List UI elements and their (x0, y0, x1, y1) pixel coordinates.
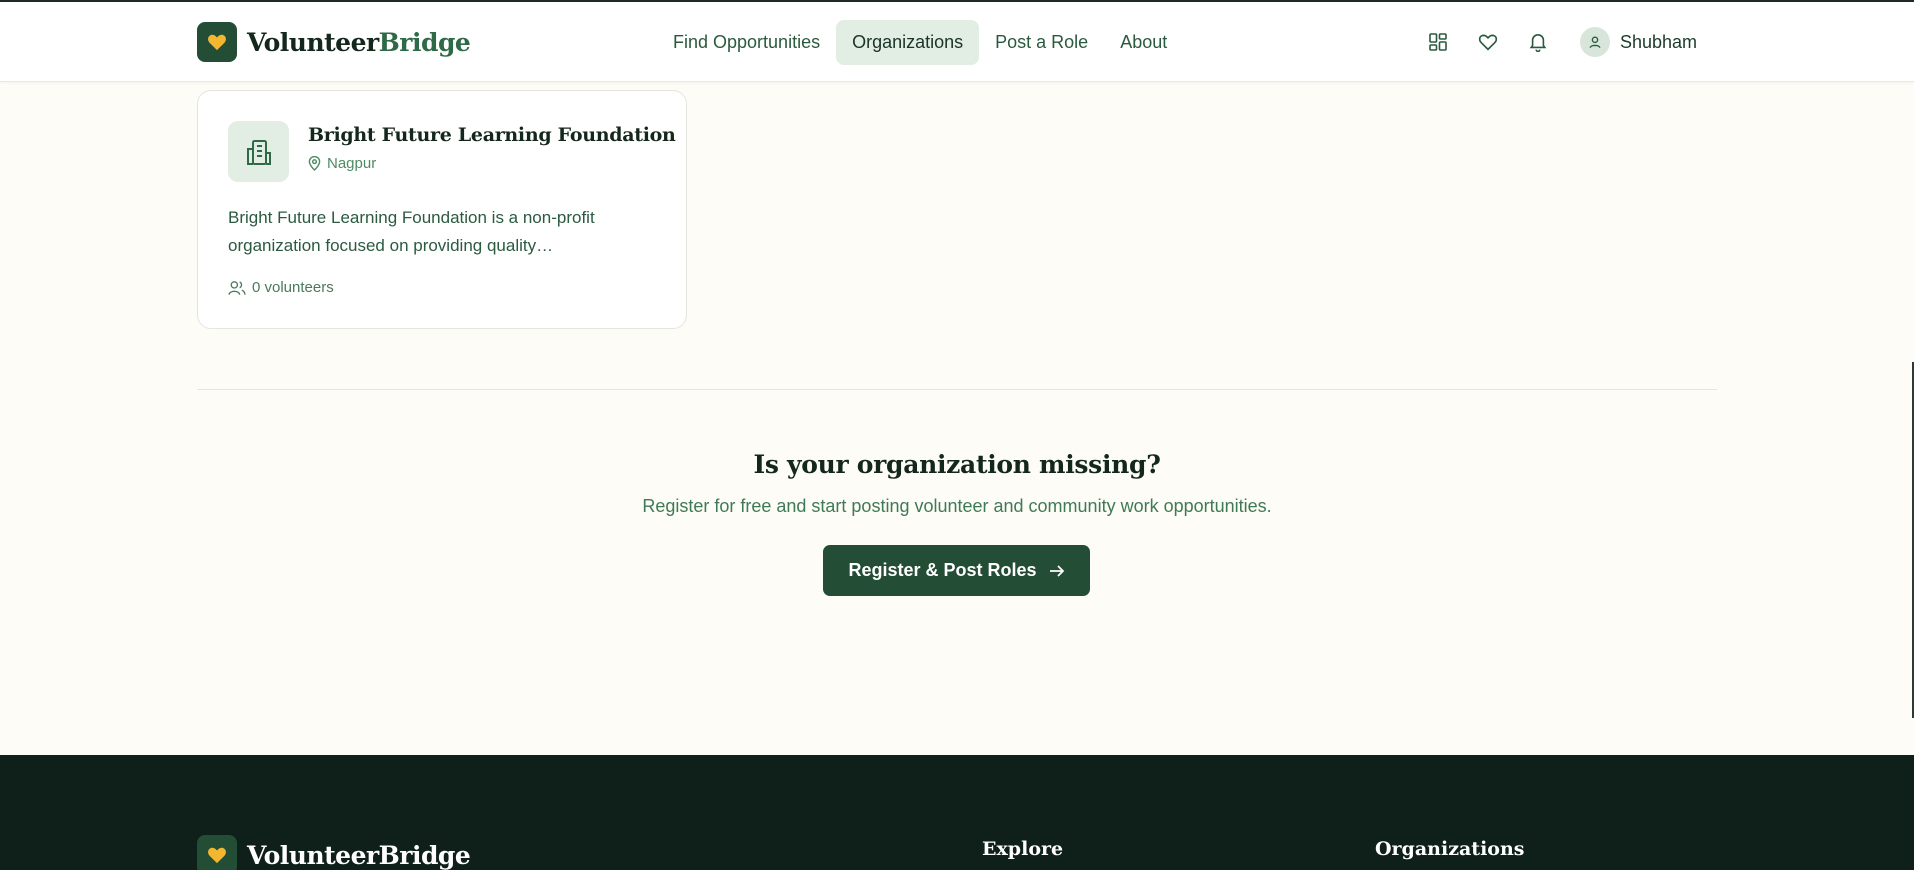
volunteer-count: 0 volunteers (228, 279, 334, 296)
organization-location: Nagpur (308, 155, 376, 172)
section-divider (197, 389, 1717, 390)
heart-icon[interactable] (1470, 24, 1506, 60)
bell-icon[interactable] (1520, 24, 1556, 60)
organization-name: Bright Future Learning Foundation (308, 124, 676, 146)
brand-name: VolunteerBridge (247, 27, 471, 57)
header-actions: Shubham (1420, 24, 1697, 60)
heart-logo-icon (197, 22, 237, 62)
user-name: Shubham (1620, 31, 1698, 52)
organization-card[interactable]: Bright Future Learning Foundation Nagpur… (197, 90, 687, 329)
footer-brand-logo[interactable]: VolunteerBridge (197, 835, 471, 870)
site-header: VolunteerBridge Find Opportunities Organ… (0, 2, 1914, 82)
footer-column-explore: Explore (982, 838, 1064, 860)
nav-find-opportunities[interactable]: Find Opportunities (657, 20, 836, 65)
user-icon (1580, 27, 1610, 57)
site-footer: VolunteerBridge Explore Organizations (0, 755, 1914, 870)
map-pin-icon (308, 156, 321, 171)
nav-organizations[interactable]: Organizations (836, 20, 980, 65)
brand-logo[interactable]: VolunteerBridge (197, 22, 471, 62)
building-icon (228, 121, 289, 182)
cta-title: Is your organization missing? (753, 450, 1161, 479)
cta-subtitle: Register for free and start posting volu… (642, 496, 1272, 516)
dashboard-icon[interactable] (1420, 24, 1456, 60)
footer-heart-logo-icon (197, 835, 237, 870)
footer-column-organizations: Organizations (1375, 838, 1525, 860)
users-icon (228, 280, 246, 295)
main-nav: Find Opportunities Organizations Post a … (657, 20, 1183, 65)
nav-about[interactable]: About (1104, 20, 1183, 65)
footer-brand-name: VolunteerBridge (247, 840, 471, 870)
arrow-right-icon (1049, 564, 1065, 578)
nav-post-a-role[interactable]: Post a Role (979, 20, 1104, 65)
register-post-roles-button[interactable]: Register & Post Roles (823, 545, 1090, 596)
organization-description: Bright Future Learning Foundation is a n… (228, 208, 595, 255)
register-button-label: Register & Post Roles (848, 560, 1037, 580)
user-menu[interactable]: Shubham (1580, 27, 1697, 57)
